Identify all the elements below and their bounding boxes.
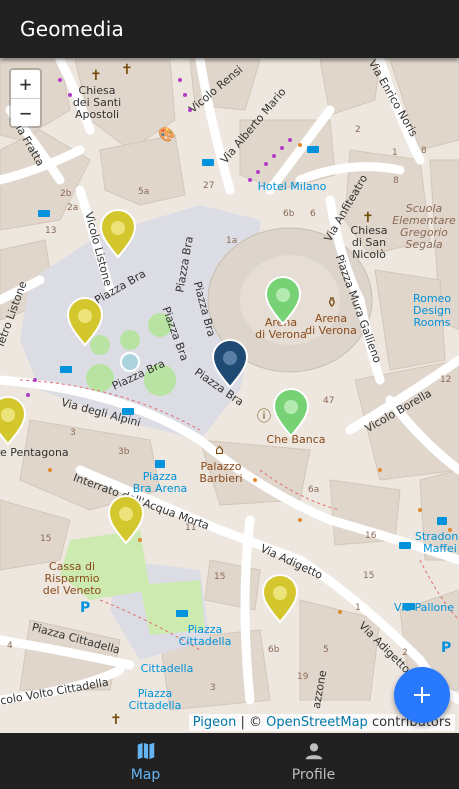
app-bar: Geomedia [0,0,459,58]
label-chiesa-apostoli: Chiesa dei Santi Apostoli [73,84,121,121]
svg-text:8: 8 [393,176,399,186]
attribution-osm-link[interactable]: OpenStreetMap [266,715,368,730]
svg-text:27: 27 [203,181,214,191]
zoom-control: + − [9,68,42,128]
svg-text:15: 15 [363,571,374,581]
svg-text:2a: 2a [67,203,78,213]
svg-text:8: 8 [421,146,427,156]
svg-text:6a: 6a [308,485,319,495]
nav-item-profile-label: Profile [291,767,336,783]
svg-text:✝: ✝ [121,62,133,78]
svg-text:⚱: ⚱ [326,295,338,311]
svg-text:✝: ✝ [110,712,122,728]
app-title: Geomedia [20,17,124,41]
svg-text:6: 6 [310,209,316,219]
attribution-leaflet-link[interactable]: Pigeon [193,715,237,730]
person-icon [305,743,322,760]
svg-text:5: 5 [323,645,329,655]
label-hotel-milano: Hotel Milano [258,180,327,193]
svg-text:P: P [441,640,451,656]
svg-text:✝: ✝ [90,68,102,84]
svg-text:2: 2 [355,125,361,135]
svg-text:47: 47 [323,396,334,406]
svg-text:16: 16 [365,531,377,541]
svg-text:1a: 1a [226,236,237,246]
add-button[interactable] [394,667,450,723]
zoom-in-button[interactable]: + [11,70,40,98]
svg-text:3b: 3b [118,447,130,457]
bottom-navigation: Map Profile [0,733,459,789]
svg-text:1: 1 [355,603,361,613]
svg-text:1: 1 [392,148,398,158]
map-tiles[interactable]: ✝ ✝ ✝ ✝ 🎨 ⚱ ⓘ ⌂ P P 2b2a13 5a276b 61a8 2… [0,58,459,733]
label-cassa: Cassa di Risparmio del Veneto [43,560,102,597]
plus-icon [414,687,430,703]
svg-text:5a: 5a [138,187,149,197]
label-cittadella: Cittadella [141,662,194,675]
svg-text:ⓘ: ⓘ [257,409,271,425]
label-romeo-rooms: Romeo Design Rooms [413,292,451,329]
svg-text:3: 3 [70,428,76,438]
svg-text:6b: 6b [268,645,280,655]
zoom-out-button[interactable]: − [11,98,40,126]
label-chiesa-nicolo: Chiesa di San Nicolò [351,224,388,261]
svg-text:⌂: ⌂ [215,442,224,458]
svg-text:12: 12 [440,375,451,385]
svg-text:3: 3 [210,683,216,693]
label-che-banca: Che Banca [267,433,326,446]
label-palazzo-barbieri: Palazzo Barbieri [199,460,242,485]
svg-text:15: 15 [40,534,51,544]
svg-text:2b: 2b [60,189,72,199]
svg-text:🎨: 🎨 [158,125,175,143]
attribution-separator: | © [236,715,267,730]
map-view[interactable]: ✝ ✝ ✝ ✝ 🎨 ⚱ ⓘ ⌂ P P 2b2a13 5a276b 61 [0,58,459,733]
svg-text:6b: 6b [283,209,295,219]
svg-text:15: 15 [214,572,225,582]
nav-item-profile[interactable]: Profile [199,733,428,789]
svg-text:4: 4 [7,641,13,651]
svg-text:19: 19 [297,672,309,682]
label-torre-pentagona: rre Pentagona [0,446,69,459]
label-via-pallone: Via Pallone [394,601,454,614]
svg-text:13: 13 [45,226,56,236]
map-icon [137,742,154,760]
svg-text:P: P [80,600,90,616]
